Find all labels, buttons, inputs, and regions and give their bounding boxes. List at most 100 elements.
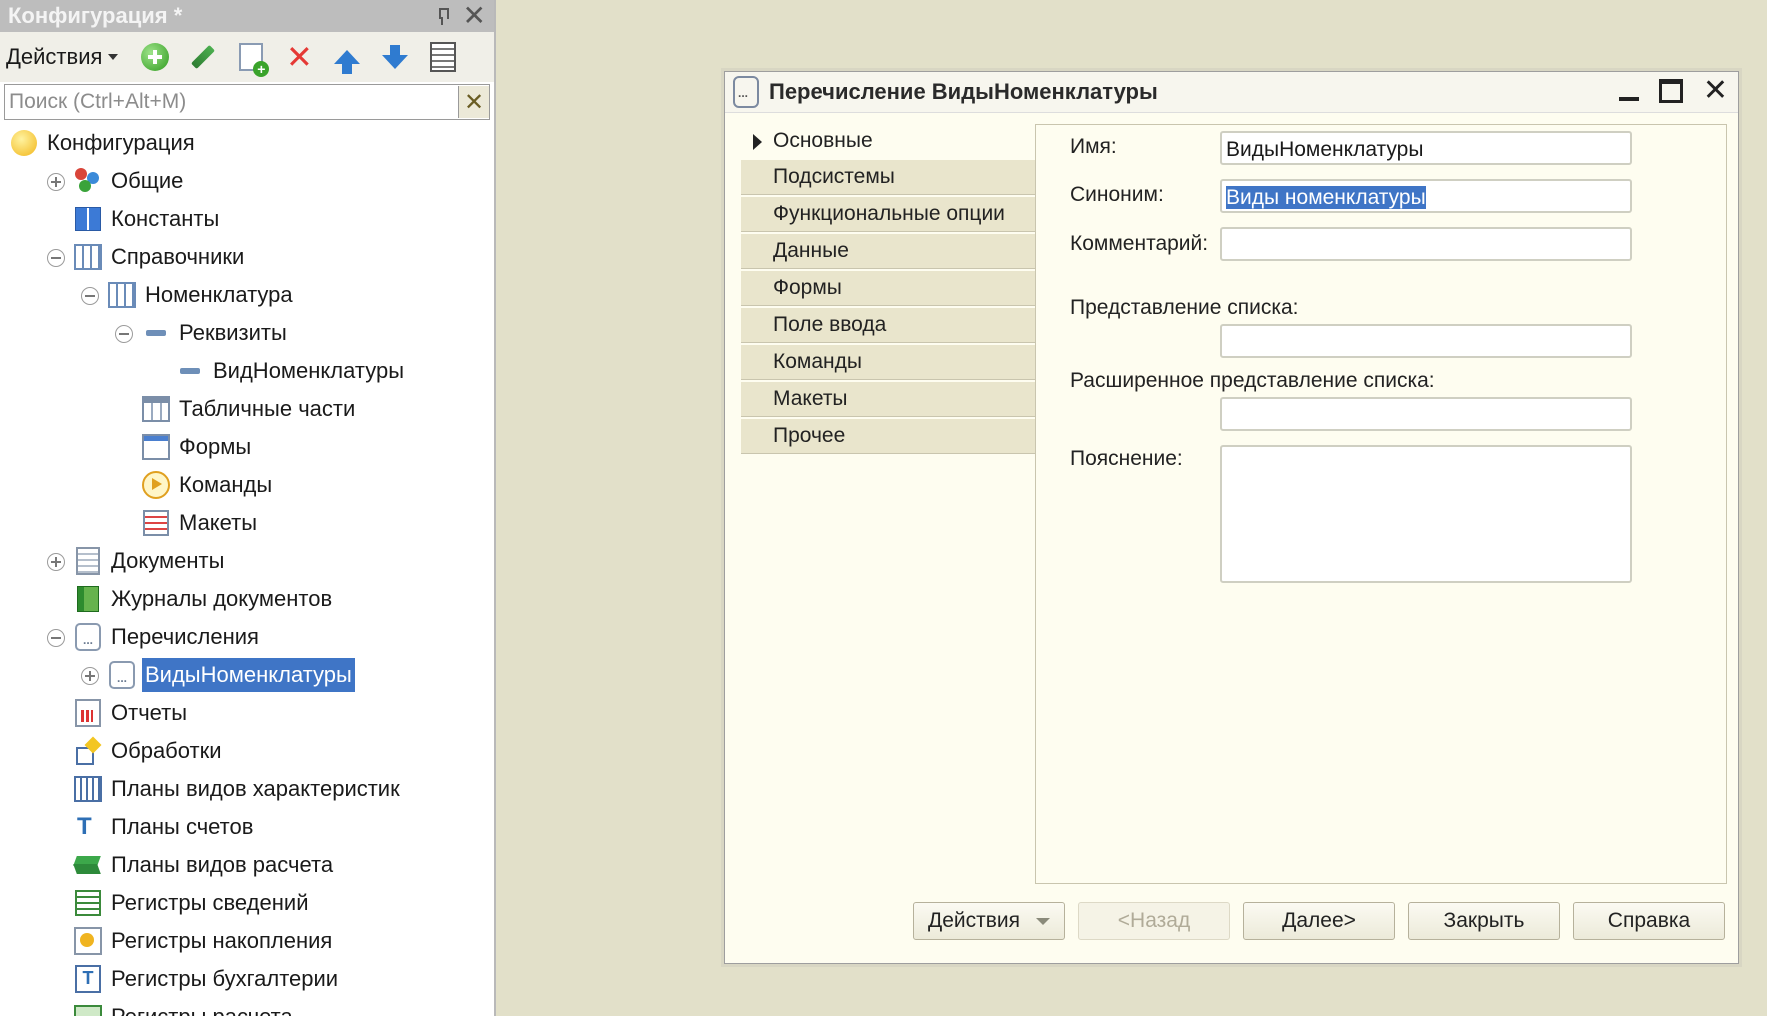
tree-item[interactable]: Формы xyxy=(0,428,494,466)
tree-item[interactable]: Реквизиты xyxy=(0,314,494,352)
common-icon xyxy=(74,167,102,195)
extended-list-presentation-label: Расширенное представление списка: xyxy=(1070,369,1435,392)
comment-field[interactable] xyxy=(1220,227,1632,261)
synonym-value: Виды номенклатуры xyxy=(1226,186,1426,209)
tree-item[interactable]: Регистры сведений xyxy=(0,884,494,922)
tree-item-label: Отчеты xyxy=(111,700,188,725)
explanation-field[interactable] xyxy=(1220,445,1632,583)
templates-icon xyxy=(142,509,170,537)
name-field[interactable]: ВидыНоменклатуры xyxy=(1220,131,1632,165)
nav-item-label: Функциональные опции xyxy=(773,202,1005,225)
nav-item[interactable]: Данные xyxy=(741,234,1035,269)
tree-item[interactable]: Отчеты xyxy=(0,694,494,732)
nav-item[interactable]: Подсистемы xyxy=(741,160,1035,195)
back-button-label: <Назад xyxy=(1117,909,1191,932)
enumerations-icon: ... xyxy=(74,623,102,651)
tree-item[interactable]: Макеты xyxy=(0,504,494,542)
metadata-tree: Конфигурация Общие Константы Справочники Ном… xyxy=(0,124,494,1016)
copy-icon xyxy=(239,43,270,77)
tree-item[interactable]: Обработки xyxy=(0,732,494,770)
help-button[interactable]: Справка xyxy=(1573,902,1725,940)
add-button[interactable] xyxy=(140,42,170,72)
tree-item[interactable]: Регистры расчета xyxy=(0,998,494,1016)
delete-button[interactable]: ✕ xyxy=(284,41,314,73)
maximize-icon[interactable] xyxy=(1658,79,1683,103)
tree-item[interactable]: ... Перечисления xyxy=(0,618,494,656)
synonym-label: Синоним: xyxy=(1070,183,1164,206)
tree-item[interactable]: Планы видов расчета xyxy=(0,846,494,884)
tree-item-label: Номенклатура xyxy=(145,282,293,307)
tree-item-label: Обработки xyxy=(111,738,222,763)
minimize-icon[interactable] xyxy=(1618,97,1639,101)
sort-button[interactable] xyxy=(428,42,458,72)
synonym-field[interactable]: Виды номенклатуры xyxy=(1220,179,1632,213)
tree-item-label: ВидыНоменклатуры xyxy=(142,658,355,692)
expand-icon[interactable] xyxy=(47,173,65,191)
close-window-icon[interactable]: ✕ xyxy=(1703,76,1728,106)
tree-item-label: Конфигурация xyxy=(47,130,195,155)
move-up-button[interactable] xyxy=(332,42,362,74)
extended-list-presentation-field[interactable] xyxy=(1220,397,1632,431)
actions-button[interactable]: Действия xyxy=(913,902,1065,940)
search-input[interactable] xyxy=(5,89,458,115)
tree-item[interactable]: ... ВидыНоменклатуры xyxy=(0,656,494,694)
nav-item[interactable]: Функциональные опции xyxy=(741,197,1035,232)
search-box: ✕ xyxy=(4,84,490,120)
next-button-label: Далее> xyxy=(1282,909,1356,932)
tree-item-label: Планы счетов xyxy=(111,814,254,839)
nav-item[interactable]: Поле ввода xyxy=(741,308,1035,343)
tree-item-label: Общие xyxy=(111,168,184,193)
tree-item-label: Перечисления xyxy=(111,624,259,649)
tabular-sections-icon xyxy=(142,395,170,423)
list-presentation-field[interactable] xyxy=(1220,324,1632,358)
collapse-icon[interactable] xyxy=(115,325,133,343)
back-button[interactable]: <Назад xyxy=(1078,902,1230,940)
pin-icon[interactable] xyxy=(435,5,449,27)
nav-item[interactable]: Прочее xyxy=(741,419,1035,454)
collapse-icon[interactable] xyxy=(81,287,99,305)
edit-button[interactable] xyxy=(188,42,218,72)
document-journals-icon xyxy=(74,585,102,613)
nav-item[interactable]: Основные xyxy=(741,124,1035,158)
close-icon[interactable]: ✕ xyxy=(463,2,486,30)
close-button[interactable]: Закрыть xyxy=(1408,902,1560,940)
next-button[interactable]: Далее> xyxy=(1243,902,1395,940)
tree-item-label: Документы xyxy=(111,548,225,573)
nav-item[interactable]: Формы xyxy=(741,271,1035,306)
nav-item-label: Поле ввода xyxy=(773,313,887,336)
tree-item[interactable]: Справочники xyxy=(0,238,494,276)
tree-item[interactable]: Табличные части xyxy=(0,390,494,428)
tree-item[interactable]: Регистры накопления xyxy=(0,922,494,960)
move-down-button[interactable] xyxy=(380,42,410,72)
tree-item[interactable]: Т Регистры бухгалтерии xyxy=(0,960,494,998)
collapse-icon[interactable] xyxy=(47,249,65,267)
expand-icon[interactable] xyxy=(47,553,65,571)
calculation-registers-icon xyxy=(74,1003,102,1016)
tree-item[interactable]: Планы видов характеристик xyxy=(0,770,494,808)
expand-icon[interactable] xyxy=(81,667,99,685)
properties-pane: Имя: ВидыНоменклатуры Синоним: Виды номе… xyxy=(1035,124,1727,884)
panel-title: Конфигурация * xyxy=(8,3,183,28)
tree-item[interactable]: Документы xyxy=(0,542,494,580)
nav-item[interactable]: Команды xyxy=(741,345,1035,380)
tree-item-label: Регистры накопления xyxy=(111,928,333,953)
list-icon xyxy=(430,42,457,72)
nav-item-label: Команды xyxy=(773,350,862,373)
tree-item[interactable]: Команды xyxy=(0,466,494,504)
tree-item[interactable]: Общие xyxy=(0,162,494,200)
tree-item[interactable]: Журналы документов xyxy=(0,580,494,618)
actions-menu-button[interactable]: Действия xyxy=(6,44,119,70)
tree-item[interactable]: Конфигурация xyxy=(0,124,494,162)
nav-item-label: Подсистемы xyxy=(773,165,895,188)
tree-item[interactable]: ВидНоменклатуры xyxy=(0,352,494,390)
clear-search-icon[interactable]: ✕ xyxy=(458,86,489,118)
collapse-icon[interactable] xyxy=(47,629,65,647)
dropdown-arrow-icon xyxy=(1036,917,1050,925)
tree-item[interactable]: Номенклатура xyxy=(0,276,494,314)
enumeration-icon: ... xyxy=(108,661,136,689)
tree-item[interactable]: Константы xyxy=(0,200,494,238)
nav-item[interactable]: Макеты xyxy=(741,382,1035,417)
copy-button[interactable] xyxy=(236,42,270,77)
tree-item[interactable]: Т Планы счетов xyxy=(0,808,494,846)
nav-item-label: Прочее xyxy=(773,424,846,447)
